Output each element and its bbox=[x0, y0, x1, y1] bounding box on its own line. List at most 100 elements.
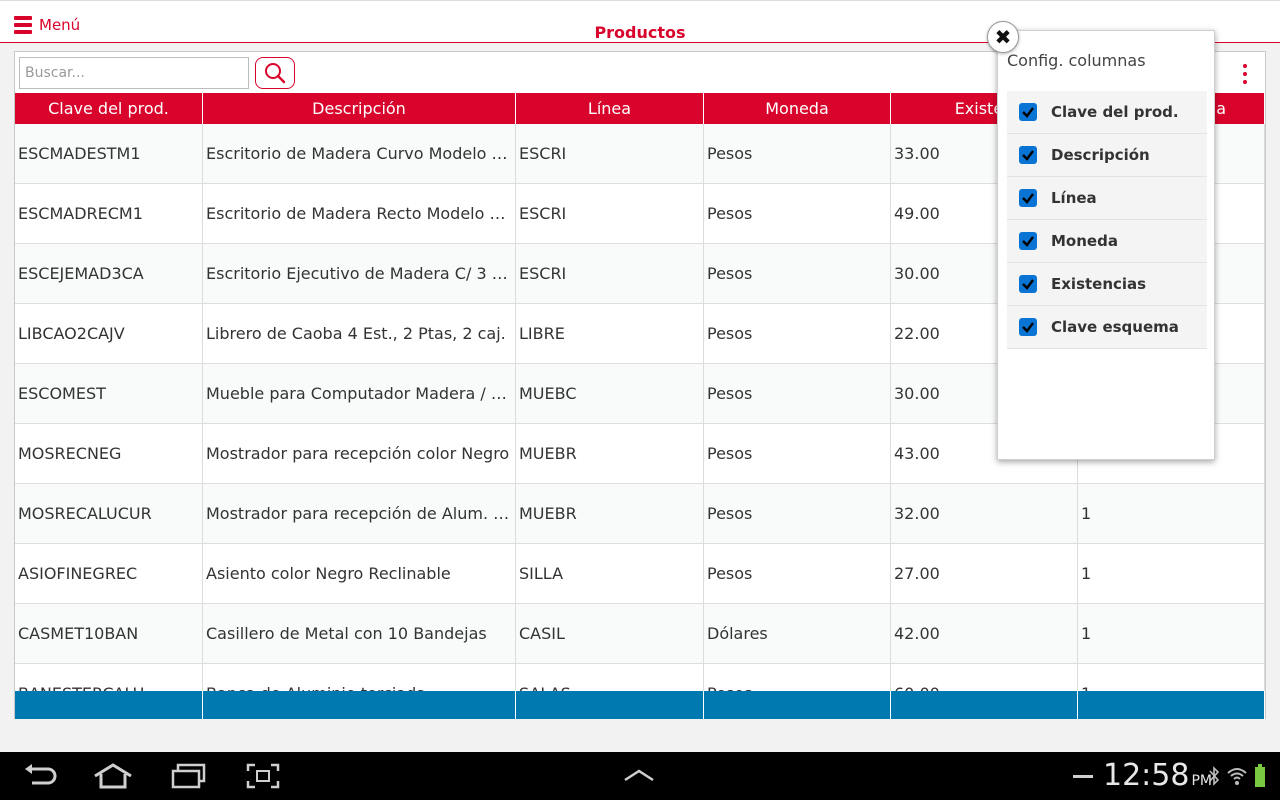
system-nav-bar: 12:58 PM bbox=[0, 752, 1280, 800]
checkbox[interactable] bbox=[1019, 103, 1037, 121]
cell-clave-esquema: 1 bbox=[1078, 604, 1265, 663]
cell-existencias: 42.00 bbox=[891, 604, 1078, 663]
home-icon bbox=[94, 763, 132, 789]
cell-descripcion: Casillero de Metal con 10 Bandejas bbox=[203, 604, 516, 663]
bluetooth-icon bbox=[1209, 766, 1220, 786]
check-icon bbox=[1022, 193, 1034, 204]
cell-linea: ESCRI bbox=[516, 184, 704, 243]
cell-moneda: Pesos bbox=[704, 484, 891, 543]
column-config-label: Existencias bbox=[1051, 275, 1147, 293]
app-drawer-button[interactable] bbox=[622, 762, 656, 790]
screenshot-button[interactable] bbox=[246, 762, 280, 790]
chevron-up-icon bbox=[624, 769, 654, 782]
cell-moneda: Pesos bbox=[704, 304, 891, 363]
column-config-item[interactable]: Existencias bbox=[1007, 263, 1207, 306]
check-icon bbox=[1022, 107, 1034, 118]
column-config-label: Línea bbox=[1051, 189, 1097, 207]
checkbox[interactable] bbox=[1019, 146, 1037, 164]
column-config-item[interactable]: Línea bbox=[1007, 177, 1207, 220]
home-button[interactable] bbox=[92, 762, 134, 790]
app-screen: Menú Productos Clave del prod. Descripci… bbox=[0, 0, 1280, 752]
table-row[interactable]: CASMET10BAN Casillero de Metal con 10 Ban… bbox=[15, 604, 1265, 664]
recent-apps-button[interactable] bbox=[170, 762, 208, 790]
cell-moneda: Pesos bbox=[704, 124, 891, 183]
clock-time: 12:58 bbox=[1103, 758, 1190, 793]
cell-descripcion: Escritorio de Madera Curvo Modelo 001 bbox=[203, 124, 516, 183]
cell-linea: MUEBR bbox=[516, 424, 704, 483]
column-header-moneda[interactable]: Moneda bbox=[704, 93, 891, 124]
back-button[interactable] bbox=[22, 762, 58, 790]
cell-descripcion: Mostrador para recepción de Alum. Cu… bbox=[203, 484, 516, 543]
cell-clave: BANESTERCALU bbox=[15, 664, 203, 691]
column-config-label: Moneda bbox=[1051, 232, 1118, 250]
cell-clave: ASIOFINEGREC bbox=[15, 544, 203, 603]
check-icon bbox=[1022, 279, 1034, 290]
recent-apps-icon bbox=[171, 763, 206, 789]
table-row[interactable]: ASIOFINEGREC Asiento color Negro Reclinab… bbox=[15, 544, 1265, 604]
cell-descripcion: Banca de Aluminio terciada bbox=[203, 664, 516, 691]
close-popup-button[interactable]: ✖ bbox=[987, 21, 1019, 53]
wifi-icon bbox=[1227, 768, 1247, 785]
checkbox[interactable] bbox=[1019, 318, 1037, 336]
cell-linea: ESCRI bbox=[516, 244, 704, 303]
cell-clave-esquema: 1 bbox=[1078, 664, 1265, 691]
check-icon bbox=[1022, 236, 1034, 247]
cell-descripcion: Escritorio Ejecutivo de Madera C/ 3 caj. bbox=[203, 244, 516, 303]
cell-linea: ESCRI bbox=[516, 124, 704, 183]
cell-existencias: 32.00 bbox=[891, 484, 1078, 543]
cell-clave: ESCMADESTM1 bbox=[15, 124, 203, 183]
table-row[interactable]: BANESTERCALUBanca de Aluminio terciadaSA… bbox=[15, 664, 1265, 691]
column-config-item[interactable]: Moneda bbox=[1007, 220, 1207, 263]
status-icons bbox=[1208, 764, 1266, 788]
cell-clave: CASMET10BAN bbox=[15, 604, 203, 663]
cell-moneda: Pesos bbox=[704, 244, 891, 303]
table-row[interactable]: MOSRECALUCUR Mostrador para recepción de … bbox=[15, 484, 1265, 544]
column-header-linea[interactable]: Línea bbox=[516, 93, 704, 124]
column-config-title: Config. columnas bbox=[1007, 51, 1146, 70]
column-header-clave[interactable]: Clave del prod. bbox=[15, 93, 203, 124]
cell-moneda: Pesos bbox=[704, 364, 891, 423]
column-config-item[interactable]: Clave esquema bbox=[1007, 306, 1207, 349]
check-icon bbox=[1022, 322, 1034, 333]
battery-icon bbox=[1255, 764, 1265, 787]
screenshot-icon bbox=[246, 763, 280, 789]
column-config-item[interactable]: Descripción bbox=[1007, 134, 1207, 177]
search-icon bbox=[265, 63, 286, 84]
minus-icon bbox=[1073, 775, 1093, 778]
cell-existencias: 27.00 bbox=[891, 544, 1078, 603]
close-icon: ✖ bbox=[994, 25, 1012, 49]
cell-descripcion: Escritorio de Madera Recto Modelo 001 bbox=[203, 184, 516, 243]
cell-clave: MOSRECNEG bbox=[15, 424, 203, 483]
checkbox[interactable] bbox=[1019, 232, 1037, 250]
cell-clave: ESCMADRECM1 bbox=[15, 184, 203, 243]
search-button[interactable] bbox=[255, 57, 295, 89]
more-options-icon[interactable] bbox=[1239, 64, 1251, 84]
search-input[interactable] bbox=[19, 57, 249, 89]
column-config-list: Clave del prod. Descripción Línea Moneda Exi… bbox=[1007, 91, 1207, 349]
back-icon bbox=[25, 764, 57, 785]
column-config-label: Descripción bbox=[1051, 146, 1150, 164]
column-config-item[interactable]: Clave del prod. bbox=[1007, 91, 1207, 134]
cell-descripcion: Librero de Caoba 4 Est., 2 Ptas, 2 caj. bbox=[203, 304, 516, 363]
cell-clave: LIBCAO2CAJV bbox=[15, 304, 203, 363]
cell-linea: CASIL bbox=[516, 604, 704, 663]
cell-descripcion: Mostrador para recepción color Negro bbox=[203, 424, 516, 483]
cell-linea: SILLA bbox=[516, 544, 704, 603]
column-config-label: Clave esquema bbox=[1051, 318, 1179, 336]
cell-moneda: Pesos bbox=[704, 184, 891, 243]
cell-linea: MUEBR bbox=[516, 484, 704, 543]
cell-linea: MUEBC bbox=[516, 364, 704, 423]
checkbox[interactable] bbox=[1019, 275, 1037, 293]
check-icon bbox=[1022, 150, 1034, 161]
status-clock: 12:58 PM bbox=[1103, 758, 1212, 799]
column-config-label: Clave del prod. bbox=[1051, 103, 1179, 121]
cell-existencias: 60.00 bbox=[891, 664, 1078, 691]
cell-moneda: Pesos bbox=[704, 424, 891, 483]
cell-clave: MOSRECALUCUR bbox=[15, 484, 203, 543]
cell-moneda: Pesos bbox=[704, 544, 891, 603]
column-header-descripcion[interactable]: Descripción bbox=[203, 93, 516, 124]
checkbox[interactable] bbox=[1019, 189, 1037, 207]
cell-moneda: Dólares bbox=[704, 604, 891, 663]
cell-clave: ESCEJEMAD3CA bbox=[15, 244, 203, 303]
cell-linea: SALAS bbox=[516, 664, 704, 691]
